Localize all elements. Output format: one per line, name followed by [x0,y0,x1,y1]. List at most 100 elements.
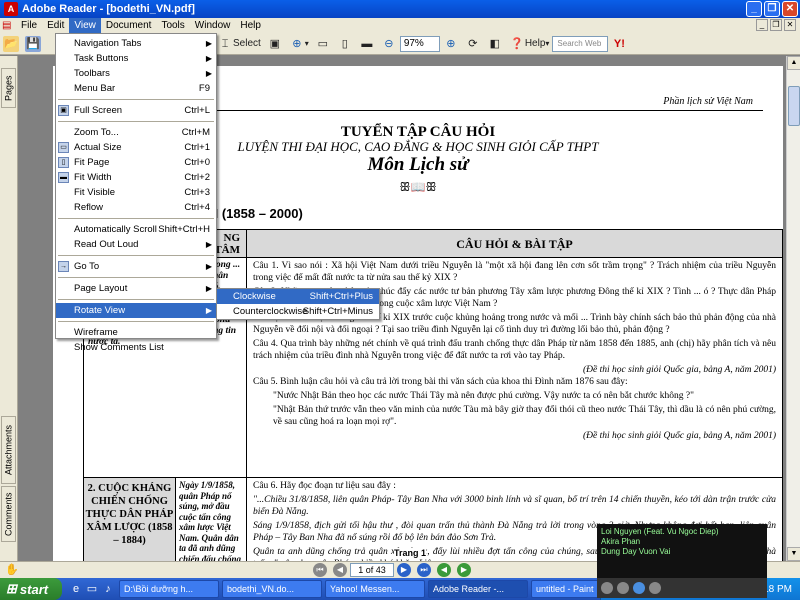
read-icon[interactable]: ◧ [487,36,503,52]
menu-item-counterclockwise[interactable]: Counterclockwise Shift+Ctrl+Minus [217,304,379,319]
media-artist: Akira Phan [601,537,641,546]
question-6: Câu 6. Hãy đọc đoạn tư liệu sau đây : [253,481,396,491]
media-next-icon[interactable] [649,582,661,594]
zoom-level-field[interactable]: 97% [399,35,440,52]
question-5: Câu 5. Bình luận câu hỏi và câu trả lời … [253,377,628,387]
page-label: Trang 1 [394,548,427,558]
minimize-button[interactable]: _ [746,1,762,17]
menu-file[interactable]: File [16,18,42,33]
media-prev-icon[interactable] [617,582,629,594]
rotate-icon[interactable]: ⟳ [465,36,481,52]
scroll-thumb[interactable] [788,86,800,126]
menu-item-page-layout[interactable]: Page Layout ▶ [56,281,216,296]
menu-item-automatically-scroll[interactable]: Automatically Scroll Shift+Ctrl+H [56,222,216,237]
pdf-document-icon[interactable]: ▤ [2,20,16,32]
taskbar-item-yahoo[interactable]: Yahoo! Messen... [325,580,425,598]
start-button[interactable]: ⊞ start [0,578,62,600]
actual-size-icon: ▭ [58,142,69,153]
menu-item-read-out-loud[interactable]: Read Out Loud ▶ [56,237,216,252]
scroll-up-arrow-icon[interactable]: ▲ [787,56,800,70]
next-page-icon[interactable]: ▶ [397,563,411,577]
tab-pages[interactable]: Pages [1,68,16,108]
menu-separator [58,299,214,300]
menu-item-full-screen[interactable]: ▣ Full Screen Ctrl+L [56,103,216,118]
taskbar-item-adobe[interactable]: Adobe Reader -... [428,580,528,598]
table-header-right: CÂU HỎI & BÀI TẬP [247,230,782,257]
rotate-view-submenu: Clockwise Shift+Ctrl+Plus Counterclockwis… [216,288,380,320]
actual-size-icon[interactable]: ▭ [315,36,331,52]
zoom-in-icon[interactable]: ⊕ [289,36,305,52]
previous-page-icon[interactable]: ◀ [333,563,347,577]
help-icon: ❓ [509,37,524,50]
menu-item-menu-bar[interactable]: Menu Bar F9 [56,81,216,96]
question-6-quote-1: "...Chiều 31/8/1858, liên quân Pháp- Tây… [253,495,776,517]
menu-item-actual-size[interactable]: ▭ Actual Size Ctrl+1 [56,140,216,155]
media-stop-icon[interactable] [601,582,613,594]
search-web-input[interactable]: Search Web [552,35,609,52]
taskbar-item-folder[interactable]: D:\Bồi dưỡng h... [119,580,219,598]
select-tool-button[interactable]: ⌶ Select [214,35,264,53]
fit-width-icon[interactable]: ▬ [359,36,375,52]
maximize-button[interactable]: ❐ [764,1,780,17]
menu-item-fit-page[interactable]: ▯ Fit Page Ctrl+0 [56,155,216,170]
menu-item-zoom-to[interactable]: Zoom To... Ctrl+M [56,125,216,140]
menu-document[interactable]: Document [101,18,157,33]
tab-comments[interactable]: Comments [1,486,16,542]
doc-restore-button[interactable]: ❐ [770,19,782,31]
menu-separator [58,99,214,100]
yahoo-icon[interactable]: Y! [611,36,627,52]
menu-view[interactable]: View [69,18,101,33]
last-page-icon[interactable]: ⏭ [417,563,431,577]
title-bar: A Adobe Reader - [bodethi_VN.pdf] _ ❐ ✕ [0,0,800,18]
first-page-icon[interactable]: ⏮ [313,563,327,577]
previous-view-icon[interactable]: ◀ [437,563,451,577]
scroll-down-arrow-icon[interactable]: ▼ [787,547,800,561]
menu-separator [58,218,214,219]
tab-attachments[interactable]: Attachments [1,416,16,484]
menu-item-clockwise[interactable]: Clockwise Shift+Ctrl+Plus [217,289,379,304]
help-button[interactable]: ❓ Help ▾ [506,35,553,53]
menu-item-show-comments-list[interactable]: Show Comments List [56,340,216,355]
close-button[interactable]: ✕ [782,1,798,17]
menu-item-fit-visible[interactable]: Fit Visible Ctrl+3 [56,185,216,200]
menu-item-toolbars[interactable]: Toolbars ▶ [56,66,216,81]
menu-item-reflow[interactable]: Reflow Ctrl+4 [56,200,216,215]
next-view-icon[interactable]: ▶ [457,563,471,577]
snapshot-icon[interactable]: ▣ [267,36,283,52]
zoom-out-icon[interactable]: ⊖ [381,36,397,52]
full-screen-icon: ▣ [58,105,69,116]
menu-help[interactable]: Help [235,18,266,33]
doc-minimize-button[interactable]: _ [756,19,768,31]
fit-page-icon[interactable]: ▯ [337,36,353,52]
media-next-track: Dung Day Vuon Vai [601,547,671,556]
menu-item-task-buttons[interactable]: Task Buttons ▶ [56,51,216,66]
menu-item-go-to[interactable]: → Go To ▶ [56,259,216,274]
windows-logo-icon: ⊞ [6,581,17,596]
taskbar-item-word[interactable]: bodethi_VN.do... [222,580,322,598]
view-menu-dropdown: Navigation Tabs ▶ Task Buttons ▶ Toolbars ▶… [55,33,217,353]
media-play-icon[interactable] [633,582,645,594]
menu-window[interactable]: Window [190,18,236,33]
doc-close-button[interactable]: ✕ [784,19,796,31]
zoom-in-small-icon[interactable]: ⊕ [443,36,459,52]
menu-item-rotate-view[interactable]: Rotate View ▶ [56,303,216,318]
menu-tools[interactable]: Tools [156,18,189,33]
open-icon[interactable]: 📂 [3,35,19,52]
quicklaunch-media-icon[interactable]: ♪ [100,581,116,597]
submenu-arrow-icon: ▶ [205,262,212,271]
hand-tool-icon[interactable]: ✋ [4,562,20,578]
menu-item-wireframe[interactable]: Wireframe [56,325,216,340]
menu-item-navigation-tabs[interactable]: Navigation Tabs ▶ [56,36,216,51]
page-number-field[interactable]: 1 of 43 [350,563,394,577]
submenu-arrow-icon: ▶ [205,284,212,293]
vertical-scrollbar[interactable]: ▲ ▼ [786,56,800,561]
menu-item-fit-width[interactable]: ▬ Fit Width Ctrl+2 [56,170,216,185]
quicklaunch-desktop-icon[interactable]: ▭ [84,581,100,597]
menu-bar: ▤ File Edit View Document Tools Window H… [0,18,800,33]
save-icon[interactable]: 💾 [25,35,41,52]
menu-edit[interactable]: Edit [42,18,69,33]
submenu-arrow-icon: ▶ [205,69,212,78]
media-player-widget: Loi Nguyen (Feat. Vu Ngoc Diep) Akira Ph… [597,524,767,578]
quicklaunch-ie-icon[interactable]: e [68,581,84,597]
menu-separator [58,121,214,122]
